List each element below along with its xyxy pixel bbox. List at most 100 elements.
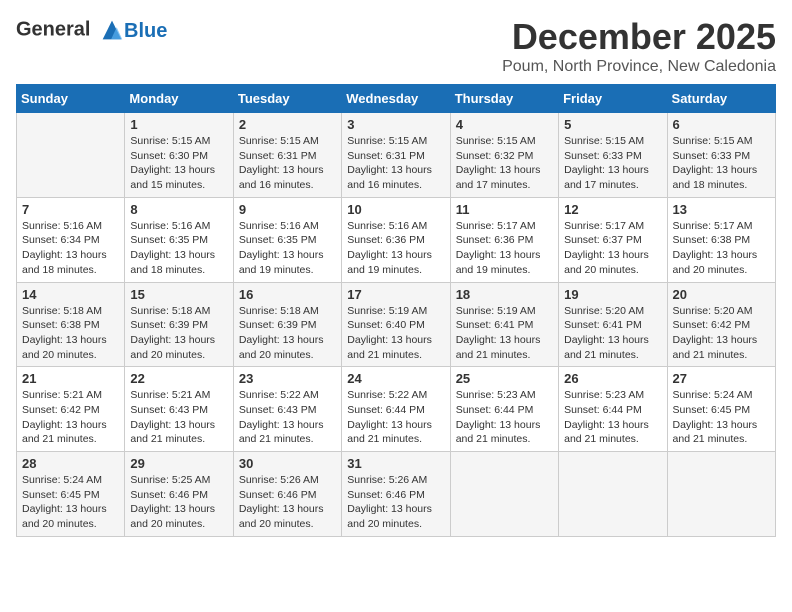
calendar-cell: 16Sunrise: 5:18 AMSunset: 6:39 PMDayligh… [233,282,341,367]
day-info: Sunrise: 5:15 AMSunset: 6:31 PMDaylight:… [347,134,444,193]
day-number: 25 [456,371,553,386]
day-info: Sunrise: 5:15 AMSunset: 6:30 PMDaylight:… [130,134,227,193]
day-number: 17 [347,287,444,302]
day-number: 10 [347,202,444,217]
logo-blue: Blue [124,20,167,43]
month-title: December 2025 [502,16,776,58]
calendar-cell: 4Sunrise: 5:15 AMSunset: 6:32 PMDaylight… [450,113,558,198]
day-info: Sunrise: 5:26 AMSunset: 6:46 PMDaylight:… [239,473,336,532]
calendar-cell: 13Sunrise: 5:17 AMSunset: 6:38 PMDayligh… [667,197,775,282]
calendar-cell [559,452,667,537]
day-info: Sunrise: 5:15 AMSunset: 6:33 PMDaylight:… [673,134,770,193]
calendar-header-row: SundayMondayTuesdayWednesdayThursdayFrid… [17,85,776,113]
day-number: 22 [130,371,227,386]
calendar-week-row: 14Sunrise: 5:18 AMSunset: 6:38 PMDayligh… [17,282,776,367]
calendar-cell: 23 Sunrise: 5:22 AMSunset: 6:43 PMDayligh… [233,367,341,452]
column-header-wednesday: Wednesday [342,85,450,113]
day-info: Sunrise: 5:16 AMSunset: 6:35 PMDaylight:… [239,219,336,278]
calendar-week-row: 28Sunrise: 5:24 AMSunset: 6:45 PMDayligh… [17,452,776,537]
day-info: Sunrise: 5:16 AMSunset: 6:36 PMDaylight:… [347,219,444,278]
day-number: 3 [347,117,444,132]
calendar-week-row: 21 Sunrise: 5:21 AMSunset: 6:42 PMDayligh… [17,367,776,452]
logo-text: General [16,16,126,44]
column-header-monday: Monday [125,85,233,113]
day-info: Sunrise: 5:17 AMSunset: 6:37 PMDaylight:… [564,219,661,278]
day-info: Sunrise: 5:17 AMSunset: 6:38 PMDaylight:… [673,219,770,278]
day-info: Sunrise: 5:22 AMSunset: 6:44 PMDaylight:… [347,388,444,447]
day-number: 24 [347,371,444,386]
calendar-cell: 22 Sunrise: 5:21 AMSunset: 6:43 PMDayligh… [125,367,233,452]
calendar-cell: 3 Sunrise: 5:15 AMSunset: 6:31 PMDaylight… [342,113,450,198]
day-info: Sunrise: 5:20 AMSunset: 6:42 PMDaylight:… [673,304,770,363]
day-number: 5 [564,117,661,132]
header: General Blue December 2025 Poum, North P… [16,16,776,76]
calendar-cell: 15 Sunrise: 5:18 AMSunset: 6:39 PMDayligh… [125,282,233,367]
calendar-cell: 14Sunrise: 5:18 AMSunset: 6:38 PMDayligh… [17,282,125,367]
day-info: Sunrise: 5:25 AMSunset: 6:46 PMDaylight:… [130,473,227,532]
day-number: 8 [130,202,227,217]
day-info: Sunrise: 5:23 AMSunset: 6:44 PMDaylight:… [456,388,553,447]
day-info: Sunrise: 5:24 AMSunset: 6:45 PMDaylight:… [673,388,770,447]
day-number: 20 [673,287,770,302]
day-info: Sunrise: 5:18 AMSunset: 6:38 PMDaylight:… [22,304,119,363]
column-header-friday: Friday [559,85,667,113]
calendar-cell: 28Sunrise: 5:24 AMSunset: 6:45 PMDayligh… [17,452,125,537]
location: Poum, North Province, New Caledonia [502,58,776,76]
calendar-cell [17,113,125,198]
calendar-cell: 31Sunrise: 5:26 AMSunset: 6:46 PMDayligh… [342,452,450,537]
calendar-cell: 12 Sunrise: 5:17 AMSunset: 6:37 PMDayligh… [559,197,667,282]
day-number: 27 [673,371,770,386]
calendar-cell [667,452,775,537]
calendar-cell: 5 Sunrise: 5:15 AMSunset: 6:33 PMDaylight… [559,113,667,198]
day-info: Sunrise: 5:21 AMSunset: 6:42 PMDaylight:… [22,388,119,447]
day-number: 6 [673,117,770,132]
day-info: Sunrise: 5:19 AMSunset: 6:41 PMDaylight:… [456,304,553,363]
calendar-cell: 21 Sunrise: 5:21 AMSunset: 6:42 PMDayligh… [17,367,125,452]
day-number: 2 [239,117,336,132]
calendar-cell: 7 Sunrise: 5:16 AMSunset: 6:34 PMDaylight… [17,197,125,282]
day-number: 12 [564,202,661,217]
day-number: 9 [239,202,336,217]
calendar-table: SundayMondayTuesdayWednesdayThursdayFrid… [16,84,776,537]
column-header-sunday: Sunday [17,85,125,113]
day-info: Sunrise: 5:20 AMSunset: 6:41 PMDaylight:… [564,304,661,363]
day-number: 30 [239,456,336,471]
day-info: Sunrise: 5:15 AMSunset: 6:31 PMDaylight:… [239,134,336,193]
calendar-cell: 1Sunrise: 5:15 AMSunset: 6:30 PMDaylight… [125,113,233,198]
day-info: Sunrise: 5:23 AMSunset: 6:44 PMDaylight:… [564,388,661,447]
day-number: 26 [564,371,661,386]
calendar-cell: 10 Sunrise: 5:16 AMSunset: 6:36 PMDayligh… [342,197,450,282]
calendar-cell: 25 Sunrise: 5:23 AMSunset: 6:44 PMDayligh… [450,367,558,452]
column-header-thursday: Thursday [450,85,558,113]
day-info: Sunrise: 5:15 AMSunset: 6:33 PMDaylight:… [564,134,661,193]
calendar-cell: 9 Sunrise: 5:16 AMSunset: 6:35 PMDaylight… [233,197,341,282]
day-number: 16 [239,287,336,302]
day-number: 11 [456,202,553,217]
calendar-cell: 30 Sunrise: 5:26 AMSunset: 6:46 PMDayligh… [233,452,341,537]
calendar-cell: 6 Sunrise: 5:15 AMSunset: 6:33 PMDaylight… [667,113,775,198]
logo: General Blue [16,16,167,44]
day-number: 15 [130,287,227,302]
day-info: Sunrise: 5:21 AMSunset: 6:43 PMDaylight:… [130,388,227,447]
day-number: 7 [22,202,119,217]
day-number: 31 [347,456,444,471]
day-number: 29 [130,456,227,471]
calendar-cell: 19Sunrise: 5:20 AMSunset: 6:41 PMDayligh… [559,282,667,367]
day-info: Sunrise: 5:18 AMSunset: 6:39 PMDaylight:… [130,304,227,363]
calendar-cell: 17 Sunrise: 5:19 AMSunset: 6:40 PMDayligh… [342,282,450,367]
day-number: 4 [456,117,553,132]
column-header-saturday: Saturday [667,85,775,113]
day-info: Sunrise: 5:22 AMSunset: 6:43 PMDaylight:… [239,388,336,447]
day-number: 21 [22,371,119,386]
day-info: Sunrise: 5:19 AMSunset: 6:40 PMDaylight:… [347,304,444,363]
calendar-cell: 8Sunrise: 5:16 AMSunset: 6:35 PMDaylight… [125,197,233,282]
title-area: December 2025 Poum, North Province, New … [502,16,776,76]
day-number: 18 [456,287,553,302]
calendar-cell: 27 Sunrise: 5:24 AMSunset: 6:45 PMDayligh… [667,367,775,452]
column-header-tuesday: Tuesday [233,85,341,113]
day-info: Sunrise: 5:16 AMSunset: 6:34 PMDaylight:… [22,219,119,278]
calendar-cell: 11Sunrise: 5:17 AMSunset: 6:36 PMDayligh… [450,197,558,282]
calendar-cell [450,452,558,537]
calendar-cell: 29 Sunrise: 5:25 AMSunset: 6:46 PMDayligh… [125,452,233,537]
day-number: 23 [239,371,336,386]
